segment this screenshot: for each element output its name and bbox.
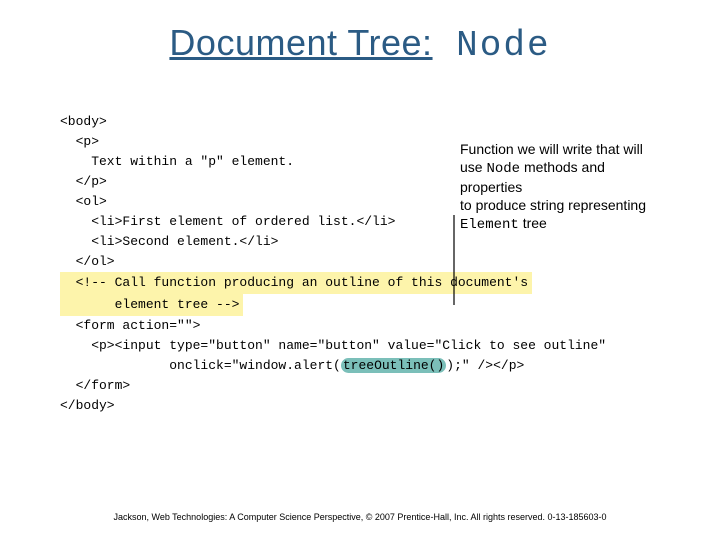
code-line: onclick="window.alert(treeOutline());" /… xyxy=(60,358,524,373)
highlighted-comment-line: element tree --> xyxy=(60,294,243,316)
code-line: <body> xyxy=(60,114,107,129)
title-node-word: Node xyxy=(433,25,551,66)
code-line: </p> xyxy=(60,174,107,189)
callout-line-text: Function we will write that will xyxy=(460,140,700,158)
callout-line-text: to produce string representing xyxy=(460,196,700,214)
code-line: <p><input type="button" name="button" va… xyxy=(60,338,606,353)
callout-line-text: Element tree xyxy=(460,214,700,234)
code-line: </body> xyxy=(60,398,115,413)
title-prefix: Document Tree: xyxy=(169,22,432,63)
callout-line-text: use Node methods and xyxy=(460,158,700,178)
code-line: <form action=""> xyxy=(60,318,200,333)
callout-text: Function we will write that will use Nod… xyxy=(460,140,700,234)
code-line: <ol> xyxy=(60,194,107,209)
callout-line-text: properties xyxy=(460,178,700,196)
code-line: <li>First element of ordered list.</li> xyxy=(60,214,395,229)
code-line: </ol> xyxy=(60,254,115,269)
highlighted-function-call: treeOutline() xyxy=(341,358,446,373)
slide-title: Document Tree: Node xyxy=(0,22,720,66)
code-line: Text within a "p" element. xyxy=(60,154,294,169)
code-line: <p> xyxy=(60,134,99,149)
footer-copyright: Jackson, Web Technologies: A Computer Sc… xyxy=(0,512,720,522)
highlighted-comment-line: <!-- Call function producing an outline … xyxy=(60,272,532,294)
code-line: <li>Second element.</li> xyxy=(60,234,278,249)
code-line: </form> xyxy=(60,378,130,393)
